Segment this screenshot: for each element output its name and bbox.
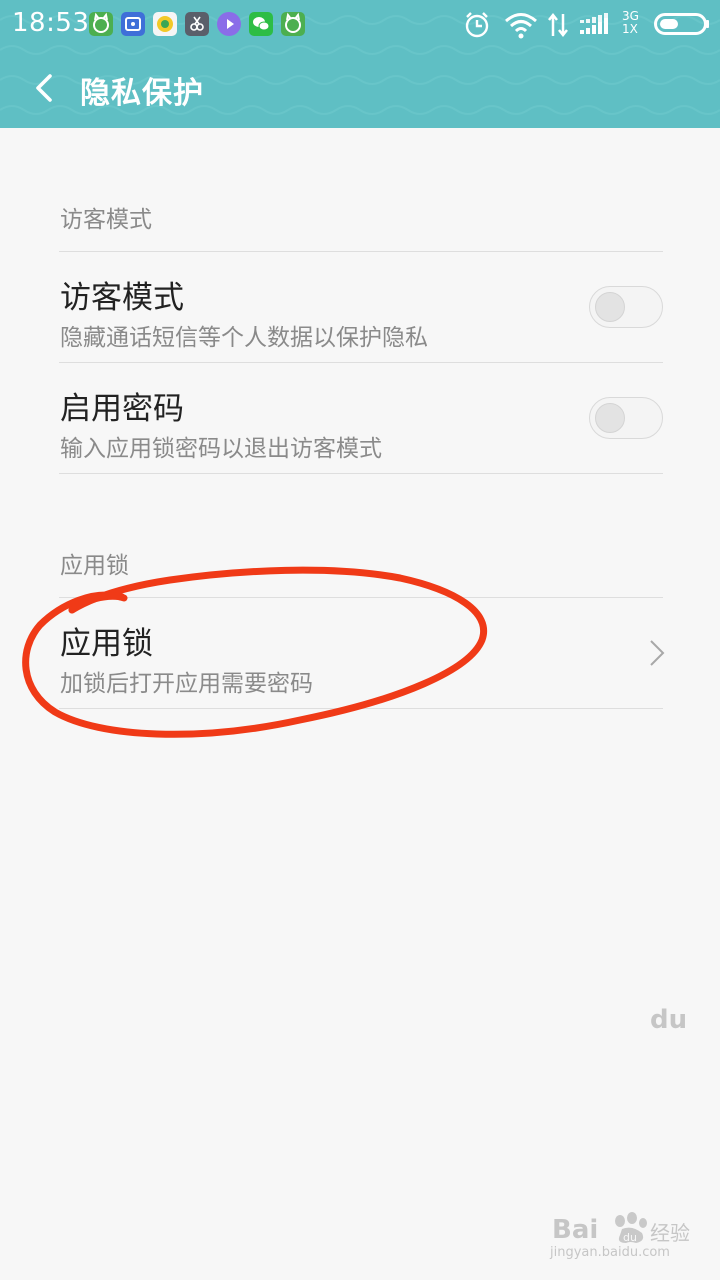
status-time: 18:53 xyxy=(12,8,90,38)
wechat-icon xyxy=(249,12,273,36)
row-subtitle: 输入应用锁密码以退出访客模式 xyxy=(60,436,382,462)
cat-app-icon xyxy=(89,12,113,36)
qr-app-icon xyxy=(121,12,145,36)
setting-row-guest-mode[interactable]: 访客模式 隐藏通话短信等个人数据以保护隐私 xyxy=(0,252,720,362)
section-header-app-lock: 应用锁 xyxy=(60,553,129,579)
network-sub: 1X xyxy=(622,22,638,36)
status-bar: 18:53 3G 1X xyxy=(0,0,720,48)
row-subtitle: 加锁后打开应用需要密码 xyxy=(60,671,313,697)
section-header-guest-mode: 访客模式 xyxy=(60,207,152,233)
cat-app-icon xyxy=(281,12,305,36)
network-type-label: 3G 1X xyxy=(622,10,639,36)
row-subtitle: 隐藏通话短信等个人数据以保护隐私 xyxy=(60,325,428,351)
data-transfer-icon xyxy=(546,10,570,44)
watermark-logo: Bai xyxy=(552,1215,599,1245)
watermark-cn: 经验 xyxy=(650,1221,690,1245)
enable-password-toggle[interactable] xyxy=(589,397,663,439)
divider xyxy=(59,473,663,474)
back-button[interactable] xyxy=(28,68,64,108)
setting-row-enable-password[interactable]: 启用密码 输入应用锁密码以退出访客模式 xyxy=(0,363,720,473)
page-title: 隐私保护 xyxy=(80,76,204,111)
watermark-url: jingyan.baidu.com xyxy=(550,1245,670,1260)
music-app-icon xyxy=(153,12,177,36)
row-title: 启用密码 xyxy=(60,391,184,427)
watermark-paw-text: du xyxy=(623,1231,637,1244)
guest-mode-toggle[interactable] xyxy=(589,286,663,328)
video-app-icon xyxy=(217,12,241,36)
app-header: 18:53 3G 1X 隐私保护 xyxy=(0,0,720,128)
alarm-icon xyxy=(462,10,492,44)
scissors-app-icon xyxy=(185,12,209,36)
divider xyxy=(59,708,663,709)
watermark-logo-suffix: du xyxy=(650,1005,688,1035)
toggle-knob xyxy=(595,292,625,322)
chevron-right-icon xyxy=(650,640,665,666)
signal-icon xyxy=(580,10,620,44)
setting-row-app-lock[interactable]: 应用锁 加锁后打开应用需要密码 xyxy=(0,598,720,708)
baidu-watermark: du Bai du 经验 jingyan.baidu.com xyxy=(550,1005,690,1265)
row-title: 应用锁 xyxy=(60,626,153,662)
row-title: 访客模式 xyxy=(60,280,184,316)
toggle-knob xyxy=(595,403,625,433)
battery-icon xyxy=(654,13,710,39)
wifi-icon xyxy=(503,10,539,44)
chevron-left-icon xyxy=(36,74,52,102)
